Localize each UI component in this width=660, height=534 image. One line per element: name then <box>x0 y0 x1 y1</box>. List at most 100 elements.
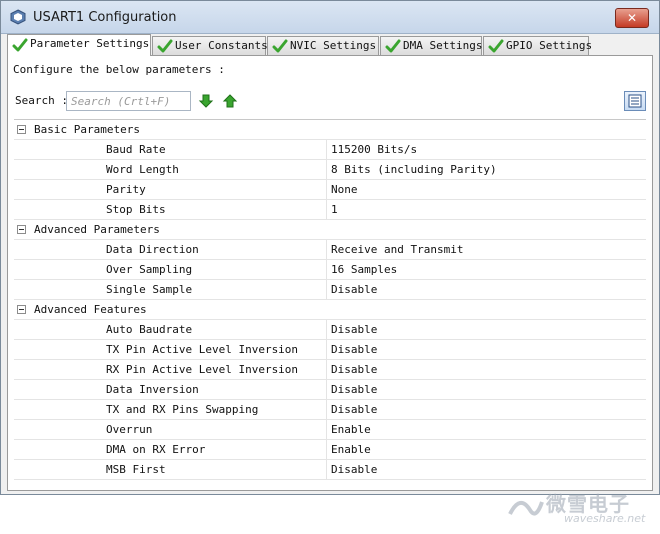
parameter-name: Single Sample <box>106 283 193 296</box>
group-title: Advanced Features <box>34 303 147 316</box>
column-divider <box>326 180 327 199</box>
check-icon <box>488 39 504 53</box>
column-divider <box>326 360 327 379</box>
column-divider <box>326 240 327 259</box>
tab-label: NVIC Settings <box>290 39 377 52</box>
parameter-name: Overrun <box>106 423 153 436</box>
parameter-value[interactable]: Disable <box>331 463 377 476</box>
parameter-value[interactable]: 8 Bits (including Parity) <box>331 163 497 176</box>
watermark-emblem-icon <box>508 501 544 516</box>
parameter-row[interactable]: Data Inversion Disable <box>14 380 646 400</box>
tab-label: Parameter Settings <box>30 37 150 50</box>
group-header-advanced-features[interactable]: Advanced Features <box>14 300 646 320</box>
check-icon <box>157 39 173 53</box>
check-icon <box>385 39 401 53</box>
column-divider <box>326 320 327 339</box>
check-icon <box>272 39 288 53</box>
column-divider <box>326 160 327 179</box>
check-icon <box>12 38 28 52</box>
parameter-row[interactable]: Overrun Enable <box>14 420 646 440</box>
column-divider <box>326 380 327 399</box>
column-divider <box>326 280 327 299</box>
parameter-grid: Basic Parameters Baud Rate 115200 Bits/s Wo… <box>14 119 646 480</box>
parameter-value[interactable]: Disable <box>331 343 377 356</box>
parameter-name: TX Pin Active Level Inversion <box>106 343 299 356</box>
parameter-row[interactable]: Baud Rate 115200 Bits/s <box>14 140 646 160</box>
parameter-value[interactable]: Enable <box>331 443 371 456</box>
column-divider <box>326 440 327 459</box>
parameter-name: DMA on RX Error <box>106 443 206 456</box>
parameter-value[interactable]: Disable <box>331 363 377 376</box>
parameter-row[interactable]: TX Pin Active Level Inversion Disable <box>14 340 646 360</box>
column-divider <box>326 260 327 279</box>
parameter-value[interactable]: 16 Samples <box>331 263 397 276</box>
parameter-name: Stop Bits <box>106 203 166 216</box>
group-title: Advanced Parameters <box>34 223 160 236</box>
toggle-view-button[interactable] <box>624 91 646 111</box>
parameter-name: Data Inversion <box>106 383 199 396</box>
tab-parameter-settings[interactable]: Parameter Settings <box>7 34 151 56</box>
parameter-name: Over Sampling <box>106 263 193 276</box>
configure-instruction: Configure the below parameters : <box>13 63 225 76</box>
search-previous-up-arrow-icon[interactable] <box>222 93 238 109</box>
app-cube-icon <box>10 9 26 25</box>
tab-label: GPIO Settings <box>506 39 593 52</box>
tab-gpio-settings[interactable]: GPIO Settings <box>483 36 593 55</box>
collapse-icon[interactable] <box>17 125 26 134</box>
parameter-name: Baud Rate <box>106 143 166 156</box>
parameter-value[interactable]: Disable <box>331 283 377 296</box>
parameter-value[interactable]: Disable <box>331 323 377 336</box>
configuration-window: USART1 Configuration ✕ Parameter Setting… <box>0 0 660 525</box>
column-divider <box>326 340 327 359</box>
parameter-row[interactable]: Word Length 8 Bits (including Parity) <box>14 160 646 180</box>
list-view-icon <box>628 94 642 108</box>
parameter-name: RX Pin Active Level Inversion <box>106 363 299 376</box>
watermark-url-text: waveshare.net <box>564 512 646 525</box>
parameter-value[interactable]: Receive and Transmit <box>331 243 463 256</box>
tab-dma-settings[interactable]: DMA Settings <box>380 36 482 55</box>
parameter-row[interactable]: RX Pin Active Level Inversion Disable <box>14 360 646 380</box>
column-divider <box>326 460 327 479</box>
parameter-row[interactable]: Auto Baudrate Disable <box>14 320 646 340</box>
tab-label: User Constants <box>175 39 268 52</box>
group-header-basic-parameters[interactable]: Basic Parameters <box>14 120 646 140</box>
parameter-row[interactable]: MSB First Disable <box>14 460 646 480</box>
group-title: Basic Parameters <box>34 123 140 136</box>
collapse-icon[interactable] <box>17 305 26 314</box>
close-button[interactable]: ✕ <box>615 8 649 28</box>
group-header-advanced-parameters[interactable]: Advanced Parameters <box>14 220 646 240</box>
column-divider <box>326 400 327 419</box>
title-bar[interactable]: USART1 Configuration ✕ <box>1 1 659 34</box>
parameter-name: TX and RX Pins Swapping <box>106 403 259 416</box>
column-divider <box>326 140 327 159</box>
parameter-row[interactable]: Data Direction Receive and Transmit <box>14 240 646 260</box>
search-next-down-arrow-icon[interactable] <box>198 93 214 109</box>
parameter-name: Parity <box>106 183 146 196</box>
search-label: Search : <box>15 94 68 107</box>
parameter-row[interactable]: TX and RX Pins Swapping Disable <box>14 400 646 420</box>
collapse-icon[interactable] <box>17 225 26 234</box>
parameter-value[interactable]: Disable <box>331 383 377 396</box>
tab-user-constants[interactable]: User Constants <box>152 36 268 55</box>
watermark-logo: 微雪电子 waveshare.net <box>506 484 646 534</box>
search-input[interactable] <box>66 91 191 111</box>
parameter-name: Data Direction <box>106 243 199 256</box>
parameter-row[interactable]: Single Sample Disable <box>14 280 646 300</box>
tab-label: DMA Settings <box>403 39 483 52</box>
parameter-settings-panel: Configure the below parameters : Search … <box>7 55 653 525</box>
tab-nvic-settings[interactable]: NVIC Settings <box>267 36 379 55</box>
parameter-row[interactable]: Over Sampling 16 Samples <box>14 260 646 280</box>
parameter-row[interactable]: Parity None <box>14 180 646 200</box>
column-divider <box>326 200 327 219</box>
parameter-value[interactable]: Enable <box>331 423 371 436</box>
parameter-value[interactable]: 115200 Bits/s <box>331 143 417 156</box>
parameter-value[interactable]: 1 <box>331 203 338 216</box>
window-title: USART1 Configuration <box>33 10 177 25</box>
parameter-name: Auto Baudrate <box>106 323 193 336</box>
parameter-value[interactable]: Disable <box>331 403 377 416</box>
parameter-name: MSB First <box>106 463 166 476</box>
parameter-value[interactable]: None <box>331 183 358 196</box>
parameter-row[interactable]: DMA on RX Error Enable <box>14 440 646 460</box>
parameter-name: Word Length <box>106 163 179 176</box>
parameter-row[interactable]: Stop Bits 1 <box>14 200 646 220</box>
